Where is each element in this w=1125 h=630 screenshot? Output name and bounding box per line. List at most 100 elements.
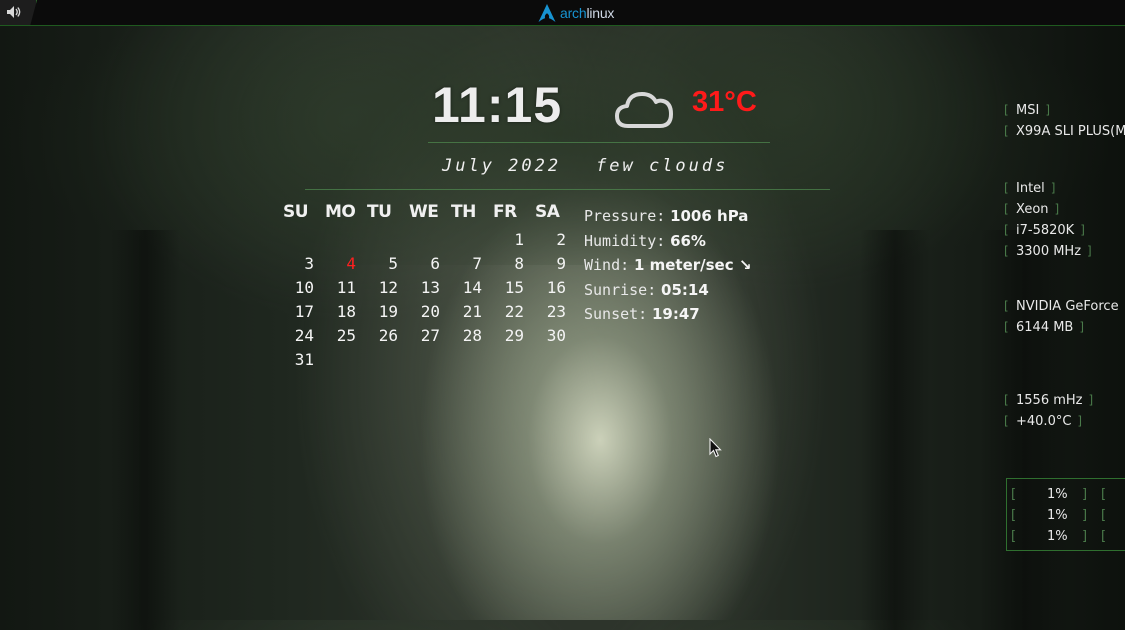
temperature: 31°C <box>692 86 757 118</box>
calendar-day: 14 <box>462 278 482 297</box>
calendar-day: 6 <box>430 254 440 273</box>
calendar-day: 30 <box>546 326 566 345</box>
arch-logo[interactable]: archlinux <box>537 2 614 24</box>
calendar-day <box>364 350 406 374</box>
wind-label: Wind: <box>584 256 630 274</box>
calendar-day: 10 <box>294 278 314 297</box>
pressure-row: Pressure: 1006 hPa <box>584 204 751 229</box>
system-tray[interactable] <box>0 0 37 25</box>
calendar-day <box>280 230 322 254</box>
weekday-label: TU <box>367 202 392 222</box>
weekday-label: WE <box>409 202 439 222</box>
humidity-row: Humidity: 66% <box>584 229 751 254</box>
sys-info-item: X99A SLI PLUS(M <box>1004 121 1125 142</box>
month-year-label: July 2022 <box>442 156 562 176</box>
calendar-day: 28 <box>462 326 482 345</box>
calendar-day: 25 <box>336 326 356 345</box>
calendar-day <box>448 350 490 374</box>
cpu-usage-panel: [1%][ [1%][ [1%][ <box>1006 478 1125 551</box>
weather-details: Pressure: 1006 hPa Humidity: 66% Wind: 1… <box>584 204 751 327</box>
pressure-label: Pressure: <box>584 207 666 225</box>
calendar-week: 3 4 5 6 7 8 9 <box>280 254 574 278</box>
calendar-week: 31 <box>280 350 574 374</box>
sys-info-item: i7-5820K] <box>1004 220 1125 241</box>
calendar-day: 22 <box>504 302 524 321</box>
speaker-icon[interactable] <box>6 5 22 19</box>
sunrise-row: Sunrise: 05:14 <box>584 278 751 303</box>
calendar-day: 15 <box>504 278 524 297</box>
sunset-label: Sunset: <box>584 305 648 323</box>
calendar-day: 27 <box>420 326 440 345</box>
calendar-weekdays: SU MO TU WE TH FR SA <box>283 202 577 222</box>
sunset-row: Sunset: 19:47 <box>584 302 751 327</box>
calendar-day: 17 <box>294 302 314 321</box>
sys-info-item: 6144 MB] <box>1004 317 1125 338</box>
calendar-day <box>448 230 490 254</box>
calendar-day <box>406 230 448 254</box>
humidity-value: 66% <box>670 231 706 250</box>
calendar-day <box>322 350 364 374</box>
calendar-week: 24 25 26 27 28 29 30 <box>280 326 574 350</box>
calendar-day: 24 <box>294 326 314 345</box>
sys-info-item: MSI] <box>1004 100 1125 121</box>
weekday-label: TH <box>451 202 476 222</box>
sunrise-label: Sunrise: <box>584 280 657 299</box>
forest-canopy <box>0 25 1125 265</box>
calendar-day: 9 <box>556 254 566 273</box>
sys-info-item: 3300 MHz] <box>1004 241 1125 262</box>
wind-value: 1 meter/sec ↘ <box>633 256 752 274</box>
calendar-day: 26 <box>378 326 398 345</box>
calendar-day: 12 <box>378 278 398 297</box>
calendar-day: 21 <box>462 302 482 321</box>
pressure-value: 1006 hPa <box>670 207 749 225</box>
calendar-day: 1 <box>514 230 524 249</box>
logo-text: archlinux <box>560 5 615 21</box>
calendar-day <box>364 230 406 254</box>
divider-line <box>428 142 770 143</box>
calendar-week: 1 2 <box>280 230 574 254</box>
calendar-grid: 1 2 3 4 5 6 7 8 9 10 11 12 13 14 15 16 1… <box>280 230 574 374</box>
sys-info-item: Xeon] <box>1004 199 1125 220</box>
cpu-usage-row: [1%][ <box>1011 529 1107 544</box>
top-panel: archlinux <box>0 0 1125 26</box>
sys-info-item: 1556 mHz] <box>1004 390 1125 411</box>
gpu-info: NVIDIA GeForce 6144 MB] <box>1004 296 1125 338</box>
tree-trunk <box>860 230 930 630</box>
arch-logo-icon <box>538 4 556 22</box>
calendar-day: 11 <box>336 278 356 297</box>
calendar-day: 5 <box>388 254 398 273</box>
cloud-icon <box>615 92 673 128</box>
wind-row: Wind: 1 meter/sec ↘ <box>584 253 751 278</box>
calendar-day: 31 <box>294 350 314 369</box>
calendar-day: 18 <box>336 302 356 321</box>
calendar-day: 4 <box>346 254 356 273</box>
sys-info-item: Intel] <box>1004 178 1125 199</box>
sys-info-item: +40.0°C] <box>1004 411 1125 432</box>
humidity-label: Humidity: <box>584 231 666 250</box>
weekday-label: MO <box>325 202 356 222</box>
calendar-day <box>532 350 574 374</box>
calendar-week: 10 11 12 13 14 15 16 <box>280 278 574 302</box>
divider-line <box>305 189 830 190</box>
weekday-label: SU <box>283 202 309 222</box>
calendar-day: 29 <box>504 326 524 345</box>
calendar-day: 13 <box>420 278 440 297</box>
cpu-usage-row: [1%][ <box>1011 508 1107 523</box>
calendar-week: 17 18 19 20 21 22 23 <box>280 302 574 326</box>
calendar-day: 20 <box>420 302 440 321</box>
weekday-label: SA <box>535 202 560 222</box>
calendar-day: 3 <box>304 254 314 273</box>
sunrise-value: 05:14 <box>661 280 709 299</box>
mouse-cursor-icon <box>709 438 722 458</box>
calendar-day <box>490 350 532 374</box>
calendar-day <box>322 230 364 254</box>
cpu-usage-row: [1%][ <box>1011 487 1107 502</box>
cpu-info: Intel] Xeon] i7-5820K] 3300 MHz] <box>1004 178 1125 262</box>
weather-condition: few clouds <box>596 156 729 176</box>
calendar-day: 16 <box>546 278 566 297</box>
sunset-value: 19:47 <box>652 305 700 323</box>
sys-info-item: NVIDIA GeForce <box>1004 296 1125 317</box>
calendar-day: 23 <box>546 302 566 321</box>
gpu-stats: 1556 mHz] +40.0°C] <box>1004 390 1125 432</box>
calendar-day <box>406 350 448 374</box>
